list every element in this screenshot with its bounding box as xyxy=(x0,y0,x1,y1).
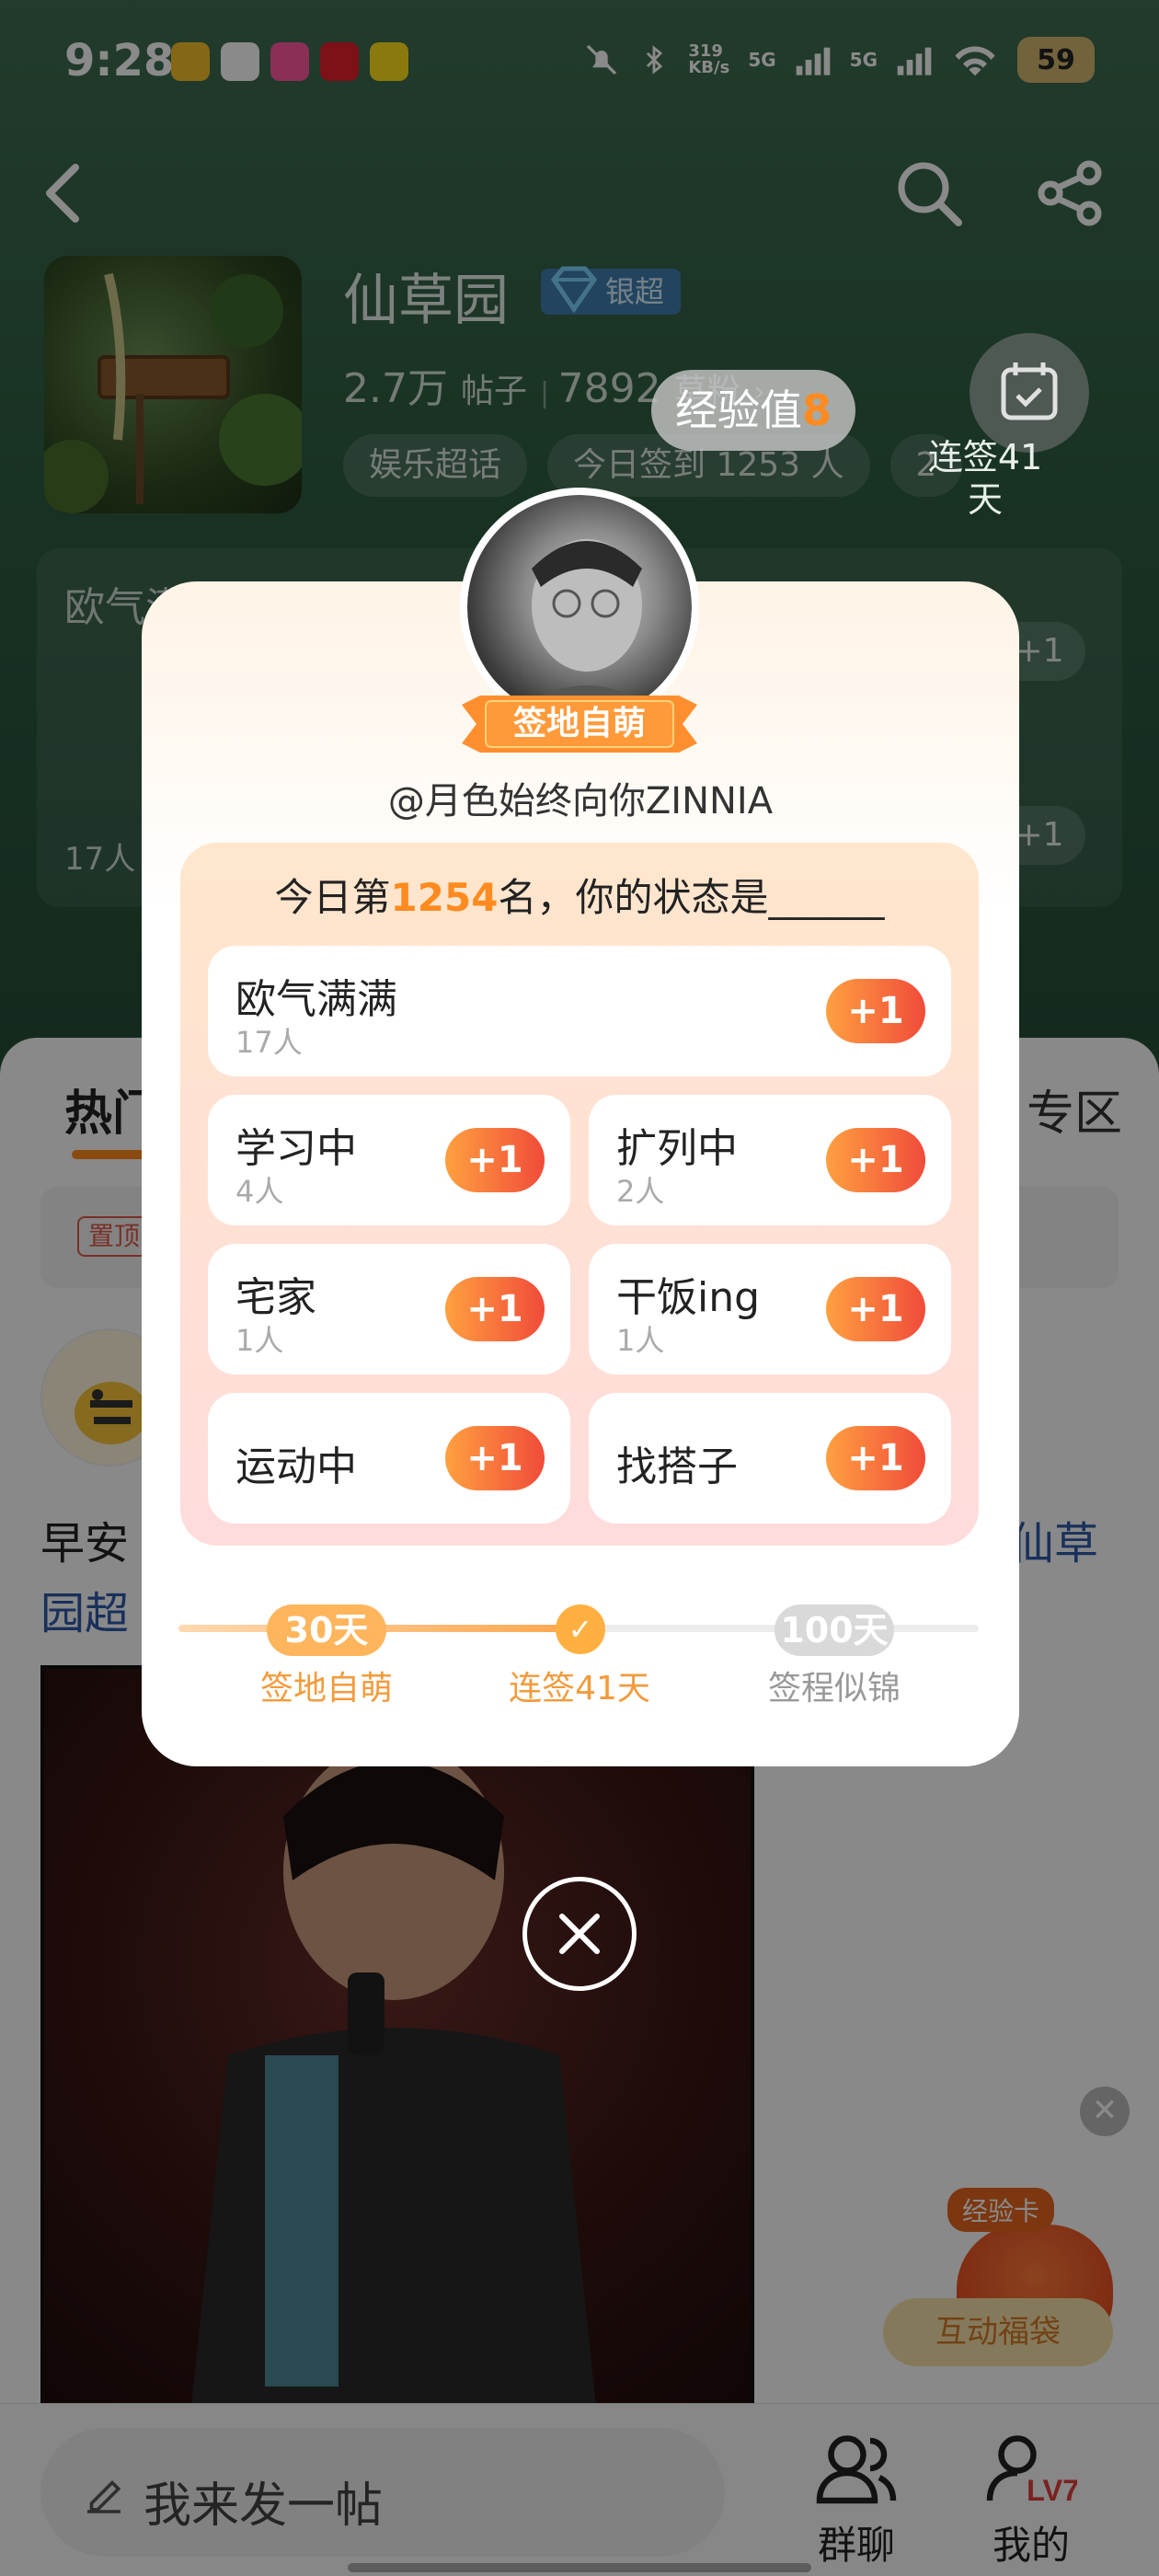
status-option-find-partner[interactable]: 找搭子 +1 xyxy=(589,1393,951,1524)
status-option-lucky[interactable]: 欧气满满 17人 +1 xyxy=(208,946,951,1076)
option-label: 运动中 xyxy=(235,1443,357,1490)
plus-one-button[interactable]: +1 xyxy=(445,1128,545,1192)
option-count: 4人 xyxy=(235,1174,284,1209)
plus-one-button[interactable]: +1 xyxy=(445,1426,545,1490)
close-icon xyxy=(559,1914,600,1954)
plus-one-button[interactable]: +1 xyxy=(445,1277,545,1341)
option-label: 学习中 xyxy=(235,1125,357,1172)
option-label: 找搭子 xyxy=(616,1443,738,1490)
status-option-studying[interactable]: 学习中 4人 +1 xyxy=(208,1095,570,1225)
status-option-at-home[interactable]: 宅家 1人 +1 xyxy=(208,1244,570,1374)
status-option-exercising[interactable]: 运动中 +1 xyxy=(208,1393,570,1524)
modal-close-button[interactable] xyxy=(522,1877,637,1991)
option-label: 扩列中 xyxy=(616,1125,738,1172)
current-milestone-check-icon: ✓ xyxy=(556,1604,605,1654)
avatar-portrait xyxy=(504,539,670,719)
option-label: 欧气满满 xyxy=(235,976,397,1023)
option-count: 1人 xyxy=(235,1323,284,1358)
status-option-making-friends[interactable]: 扩列中 2人 +1 xyxy=(589,1095,951,1225)
modal-username: @月色始终向你ZINNIA xyxy=(387,780,774,822)
experience-value: 8 xyxy=(801,385,832,435)
status-options-panel: 今日第1254名，你的状态是______ 欧气满满 17人 +1 学习中 4人 … xyxy=(180,843,979,1546)
status-prompt: 今日第1254名，你的状态是______ xyxy=(180,867,979,923)
milestone-100-days: 100天 xyxy=(775,1604,894,1656)
milestone-label-1: 签地自萌 xyxy=(259,1670,393,1708)
experience-gain-pill: 经验值8 xyxy=(651,370,855,451)
status-option-eating[interactable]: 干饭ing 1人 +1 xyxy=(589,1244,951,1374)
option-count: 17人 xyxy=(235,1025,303,1060)
checkin-rank: 1254 xyxy=(390,875,499,920)
plus-one-button[interactable]: +1 xyxy=(826,1128,925,1192)
prompt-prefix: 今日第 xyxy=(274,875,391,920)
option-label: 宅家 xyxy=(235,1274,316,1321)
plus-one-button[interactable]: +1 xyxy=(826,1426,925,1490)
user-avatar xyxy=(460,488,699,727)
prompt-suffix: 名，你的状态是______ xyxy=(498,875,885,920)
calendar-check-icon xyxy=(1001,362,1058,420)
experience-label: 经验值 xyxy=(674,385,802,435)
option-count: 1人 xyxy=(616,1323,665,1358)
plus-one-button[interactable]: +1 xyxy=(826,1277,925,1341)
avatar-photo xyxy=(467,495,692,719)
milestone-label-3: 签程似锦 xyxy=(767,1670,901,1708)
option-label: 干饭ing xyxy=(616,1274,761,1321)
plus-one-button[interactable]: +1 xyxy=(826,979,925,1043)
checkin-calendar-button[interactable] xyxy=(970,333,1089,453)
level-title: 签地自萌 xyxy=(512,705,646,742)
milestone-label-current: 连签41天 xyxy=(509,1670,650,1708)
checkin-streak-label: 连签41天 xyxy=(927,437,1043,520)
option-count: 2人 xyxy=(616,1174,665,1209)
milestone-30-days: 30天 xyxy=(267,1604,386,1656)
